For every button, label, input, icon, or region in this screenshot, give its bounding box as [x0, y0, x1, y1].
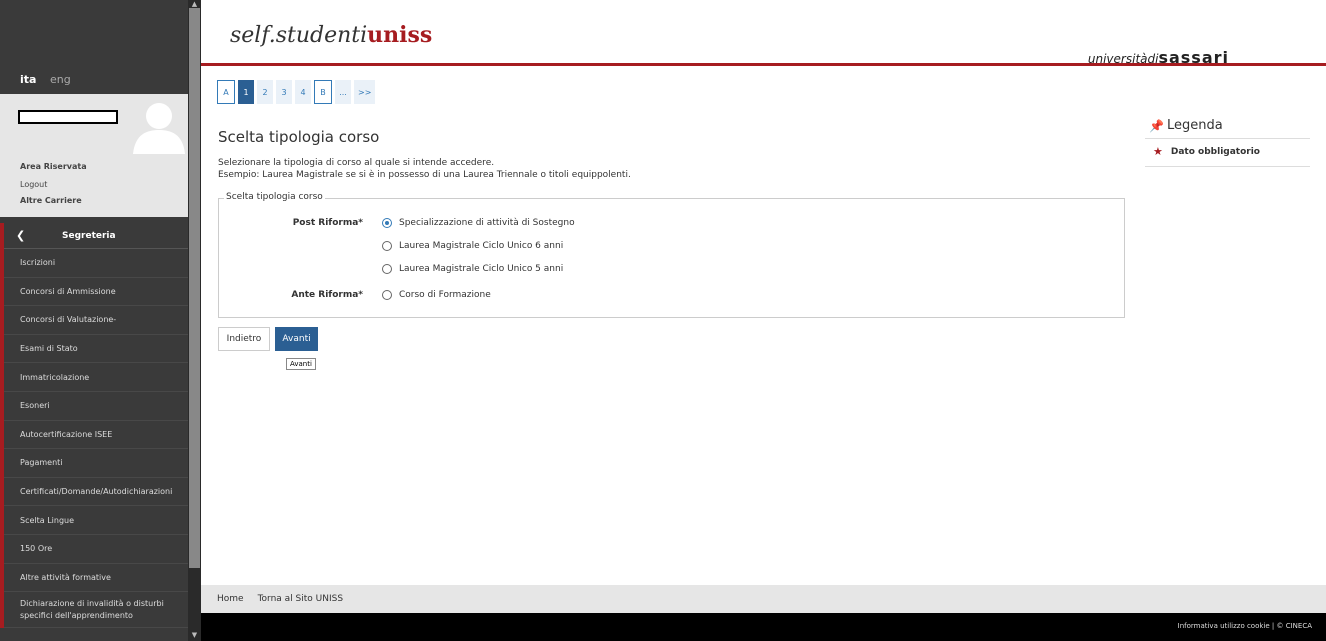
option-lm-5-anni[interactable]: Laurea Magistrale Ciclo Unico 5 anni	[382, 264, 563, 274]
step-next-arrows[interactable]: >>	[354, 80, 376, 104]
legend-title: Legenda	[1167, 118, 1223, 133]
step-a[interactable]: A	[217, 80, 235, 104]
logo-main: self.studenti	[230, 23, 368, 48]
lang-eng-link[interactable]: eng	[50, 73, 71, 86]
bottom-bar: Informativa utilizzo cookie | © CINECA	[201, 613, 1326, 641]
scroll-down-arrow-icon[interactable]: ▼	[188, 630, 201, 641]
sidebar-item-150-ore[interactable]: 150 Ore	[4, 535, 188, 564]
step-4[interactable]: 4	[295, 80, 311, 104]
option-lm-5-anni-label[interactable]: Laurea Magistrale Ciclo Unico 5 anni	[399, 264, 563, 274]
footer-uniss-link[interactable]: Torna al Sito UNISS	[258, 594, 343, 604]
page-title: Scelta tipologia corso	[218, 128, 380, 146]
back-button[interactable]: Indietro	[218, 327, 270, 351]
step-3[interactable]: 3	[276, 80, 292, 104]
next-button[interactable]: Avanti	[275, 327, 318, 351]
sidebar-item-scelta-lingue[interactable]: Scelta Lingue	[4, 506, 188, 535]
sidebar-item-esoneri[interactable]: Esoneri	[4, 392, 188, 421]
legend-item-label: Dato obbligatorio	[1170, 146, 1260, 157]
ante-riforma-label: Ante Riforma*	[291, 290, 363, 300]
avatar	[133, 98, 185, 154]
legend-row: ★ Dato obbligatorio	[1145, 139, 1310, 167]
wizard-steps: A 1 2 3 4 B ... >>	[217, 80, 376, 104]
option-lm-6-anni[interactable]: Laurea Magistrale Ciclo Unico 6 anni	[382, 241, 563, 251]
step-b[interactable]: B	[314, 80, 332, 104]
menu-title: Segreteria	[62, 230, 116, 241]
option-lm-6-anni-label[interactable]: Laurea Magistrale Ciclo Unico 6 anni	[399, 241, 563, 251]
sidebar-item-invalidita-line2: specifici dell'apprendimento	[20, 610, 133, 620]
legend-panel: 📌 Legenda ★ Dato obbligatorio	[1145, 116, 1310, 167]
step-1[interactable]: 1	[238, 80, 254, 104]
cookie-info-link[interactable]: Informativa utilizzo cookie | © CINECA	[1178, 622, 1312, 630]
sidebar-menu: ❮ Segreteria Iscrizioni Concorsi di Ammi…	[0, 223, 188, 629]
option-sostegno-label[interactable]: Specializzazione di attività di Sostegno	[399, 218, 575, 228]
header-divider	[201, 63, 1326, 66]
site-logo[interactable]: self.studentiuniss	[230, 22, 432, 48]
menu-header: ❮ Segreteria	[4, 223, 188, 249]
user-box: Area Riservata Logout Altre Carriere	[0, 94, 188, 217]
area-riservata-link[interactable]: Area Riservata	[20, 162, 87, 171]
language-switch: ita eng	[20, 73, 71, 86]
step-2[interactable]: 2	[257, 80, 273, 104]
radio-checked-icon[interactable]	[382, 218, 392, 228]
description-line-1: Selezionare la tipologia di corso al qua…	[218, 158, 495, 168]
fieldset-legend: Scelta tipologia corso	[224, 192, 325, 202]
sidebar-item-invalidita[interactable]: Dichiarazione di invalidità o disturbi s…	[4, 592, 188, 629]
sidebar-item-altre-attivita[interactable]: Altre attività formative	[4, 564, 188, 593]
chevron-left-icon[interactable]: ❮	[16, 229, 56, 242]
sidebar-scrollbar-thumb[interactable]	[189, 8, 200, 568]
legend-header: 📌 Legenda	[1145, 116, 1310, 139]
next-tooltip: Avanti	[286, 358, 316, 370]
post-riforma-label: Post Riforma*	[292, 218, 363, 228]
sidebar-item-iscrizioni[interactable]: Iscrizioni	[4, 249, 188, 278]
sidebar: ita eng Area Riservata Logout Altre Carr…	[0, 0, 201, 641]
footer-nav: Home Torna al Sito UNISS	[201, 585, 1326, 613]
sidebar-item-immatricolazione[interactable]: Immatricolazione	[4, 363, 188, 392]
sidebar-item-concorsi-ammissione[interactable]: Concorsi di Ammissione	[4, 278, 188, 307]
radio-icon[interactable]	[382, 264, 392, 274]
logo-accent: uniss	[367, 22, 433, 48]
description-line-2: Esempio: Laurea Magistrale se si è in po…	[218, 170, 631, 180]
sidebar-item-esami-stato[interactable]: Esami di Stato	[4, 335, 188, 364]
lang-ita-link[interactable]: ita	[20, 73, 36, 86]
sidebar-item-pagamenti[interactable]: Pagamenti	[4, 449, 188, 478]
sidebar-item-certificati[interactable]: Certificati/Domande/Autodichiarazioni	[4, 478, 188, 507]
radio-icon[interactable]	[382, 290, 392, 300]
pin-icon: 📌	[1149, 118, 1164, 133]
course-type-fieldset	[218, 198, 1125, 318]
page-description: Selezionare la tipologia di corso al qua…	[218, 157, 631, 181]
radio-icon[interactable]	[382, 241, 392, 251]
sidebar-item-isee[interactable]: Autocertificazione ISEE	[4, 421, 188, 450]
username-redacted	[18, 110, 118, 124]
altre-carriere-link[interactable]: Altre Carriere	[20, 196, 82, 205]
logout-link[interactable]: Logout	[20, 180, 47, 189]
scroll-up-arrow-icon[interactable]: ▲	[188, 0, 201, 8]
step-ellipsis[interactable]: ...	[335, 80, 351, 104]
option-corso-formazione[interactable]: Corso di Formazione	[382, 290, 491, 300]
sidebar-item-concorsi-valutazione[interactable]: Concorsi di Valutazione-	[4, 306, 188, 335]
sidebar-top	[0, 0, 188, 65]
required-star-icon: ★	[1153, 145, 1163, 158]
option-sostegno[interactable]: Specializzazione di attività di Sostegno	[382, 218, 575, 228]
sidebar-item-invalidita-line1: Dichiarazione di invalidità o disturbi	[20, 598, 164, 608]
footer-home-link[interactable]: Home	[217, 594, 244, 604]
option-corso-formazione-label[interactable]: Corso di Formazione	[399, 290, 491, 300]
